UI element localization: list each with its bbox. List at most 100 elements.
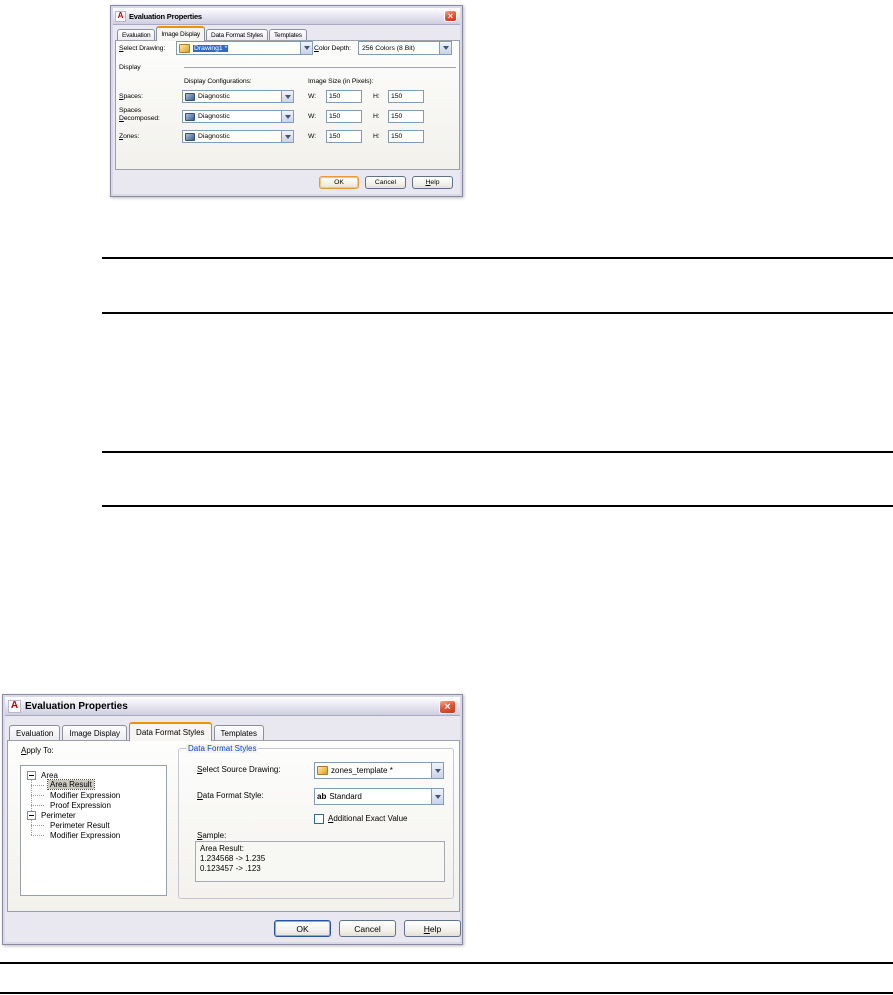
display-configurations-header: Display Configurations: [184, 78, 252, 85]
sample-preview-box: Area Result: 1.234568 -> 1.235 0.123457 … [195, 841, 445, 882]
data-format-style-label: Data Format Style: [197, 791, 264, 800]
tree-item-modifier-expression-2[interactable]: Modifier Expression [50, 831, 120, 840]
tab-image-display[interactable]: Image Display [62, 725, 128, 741]
app-icon: A [8, 699, 21, 713]
dialog-titlebar[interactable]: A Evaluation Properties × [113, 8, 460, 25]
display-section-label: Display [119, 64, 141, 71]
collapse-icon-perimeter[interactable] [27, 811, 36, 820]
apply-to-tree[interactable]: Area Area Result Modifier Expression Pro… [20, 765, 167, 896]
dialog-title: Evaluation Properties [25, 700, 128, 712]
data-format-style-combo[interactable]: ab Standard [314, 788, 444, 805]
zones-width-input[interactable] [326, 130, 362, 143]
combo-dropdown-button[interactable] [431, 763, 443, 778]
tree-item-area[interactable]: Area [41, 771, 58, 780]
drawing-file-icon [317, 766, 328, 775]
tree-item-area-result[interactable]: Area Result [47, 779, 95, 790]
sample-label: Sample: [197, 831, 227, 840]
zones-config-combo[interactable]: Diagnostic [182, 130, 294, 143]
tab-data-format-styles[interactable]: Data Format Styles [129, 722, 212, 741]
display-configuration-icon [185, 92, 195, 101]
tab-evaluation[interactable]: Evaluation [9, 725, 61, 741]
chevron-down-icon [434, 794, 441, 799]
document-rule-3 [102, 451, 893, 453]
document-rule-6 [0, 992, 893, 994]
color-depth-combo[interactable]: 256 Colors (8 Bit) [358, 41, 452, 55]
dialog-titlebar[interactable]: A Evaluation Properties × [5, 697, 460, 716]
chevron-down-icon [284, 94, 291, 99]
height-label: H: [373, 93, 380, 100]
additional-exact-value-checkbox[interactable] [314, 814, 324, 824]
spaces-decomposed-width-input[interactable] [326, 110, 362, 123]
spaces-decomposed-height-input[interactable] [388, 110, 424, 123]
chevron-down-icon [284, 114, 291, 119]
collapse-icon-area[interactable] [27, 771, 36, 780]
drawing-file-icon [179, 43, 190, 53]
document-page: A Evaluation Properties × Evaluation Ima… [0, 0, 893, 995]
document-rule-5 [0, 962, 893, 964]
tree-item-perimeter[interactable]: Perimeter [41, 811, 76, 820]
display-configuration-icon [185, 112, 195, 121]
cancel-button[interactable]: Cancel [339, 920, 396, 937]
document-rule-1 [102, 257, 893, 259]
zones-config-value: Diagnostic [198, 133, 230, 140]
close-button[interactable]: × [439, 700, 456, 714]
tree-connector [31, 835, 44, 836]
apply-to-label: Apply To: [21, 746, 54, 755]
chevron-down-icon [284, 134, 291, 139]
cancel-button[interactable]: Cancel [365, 176, 406, 189]
spaces-decomposed-config-value: Diagnostic [198, 113, 230, 120]
tree-item-proof-expression[interactable]: Proof Expression [50, 801, 111, 810]
width-label: W: [308, 113, 316, 120]
document-rule-2 [102, 312, 893, 314]
zones-height-input[interactable] [388, 130, 424, 143]
tab-strip: Evaluation Image Display Data Format Sty… [117, 26, 307, 41]
tab-page [115, 40, 460, 170]
tree-item-perimeter-result[interactable]: Perimeter Result [50, 821, 110, 830]
combo-dropdown-button[interactable] [439, 42, 451, 54]
combo-dropdown-button[interactable] [281, 111, 293, 122]
spaces-height-input[interactable] [388, 90, 424, 103]
display-section-separator [184, 67, 456, 68]
chevron-down-icon [442, 46, 449, 50]
additional-exact-value-label: Additional Exact Value [328, 814, 408, 823]
select-drawing-label: Select Drawing: [119, 45, 166, 52]
source-drawing-value: zones_template * [331, 766, 393, 775]
chevron-down-icon [434, 768, 441, 773]
document-rule-4 [102, 505, 893, 507]
width-label: W: [308, 133, 316, 140]
evaluation-properties-dialog-image-display: A Evaluation Properties × Evaluation Ima… [110, 5, 463, 197]
spaces-config-value: Diagnostic [198, 93, 230, 100]
spaces-decomposed-config-combo[interactable]: Diagnostic [182, 110, 294, 123]
tab-image-display[interactable]: Image Display [156, 26, 205, 41]
combo-dropdown-button[interactable] [281, 91, 293, 102]
height-label: H: [373, 113, 380, 120]
select-source-drawing-combo[interactable]: zones_template * [314, 762, 444, 779]
spaces-config-combo[interactable]: Diagnostic [182, 90, 294, 103]
tree-connector [31, 778, 32, 835]
close-button[interactable]: × [444, 10, 457, 22]
format-style-value: Standard [329, 792, 362, 801]
ab-text-style-icon: ab [317, 792, 327, 801]
tree-connector [31, 825, 44, 826]
tree-connector [31, 805, 44, 806]
help-button[interactable]: Help [412, 176, 453, 189]
combo-dropdown-button[interactable] [300, 42, 312, 54]
height-label: H: [373, 133, 380, 140]
chevron-down-icon [303, 46, 310, 50]
ok-button[interactable]: OK [319, 176, 359, 189]
spaces-decomposed-label: Spaces [119, 107, 142, 114]
combo-dropdown-button[interactable] [431, 789, 443, 804]
zones-label: Zones: [119, 133, 140, 140]
select-drawing-combo[interactable]: Drawing1 * [176, 41, 313, 55]
tree-item-modifier-expression[interactable]: Modifier Expression [50, 791, 120, 800]
close-icon: × [444, 701, 451, 713]
dialog-title: Evaluation Properties [129, 11, 202, 21]
help-button[interactable]: Help [404, 920, 461, 937]
ok-button[interactable]: OK [274, 920, 331, 937]
color-depth-value: 256 Colors (8 Bit) [362, 44, 415, 52]
combo-dropdown-button[interactable] [281, 131, 293, 142]
tab-templates[interactable]: Templates [213, 725, 264, 741]
spaces-width-input[interactable] [326, 90, 362, 103]
select-drawing-value: Drawing1 * [193, 44, 230, 52]
close-icon: × [447, 11, 454, 21]
